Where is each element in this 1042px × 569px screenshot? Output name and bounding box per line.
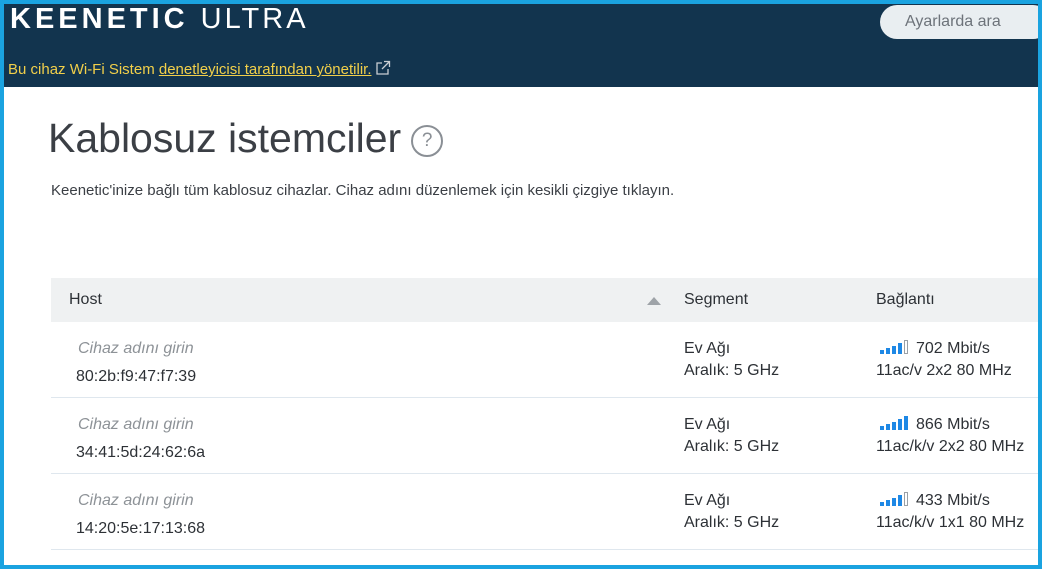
column-header-segment[interactable]: Segment	[684, 291, 748, 309]
segment-band: Aralık: 5 GHz	[684, 514, 780, 531]
connection-speed: 866 Mbit/s	[880, 416, 990, 434]
signal-strength-icon	[880, 416, 910, 430]
top-bar: KEENETIC ULTRA Bu cihaz Wi-Fi Sistem dene…	[4, 4, 1038, 87]
help-icon[interactable]: ?	[411, 125, 444, 157]
speed-value: 702 Mbit/s	[916, 340, 990, 357]
signal-bar	[892, 498, 896, 506]
connection-speed: 433 Mbit/s	[880, 492, 990, 510]
table-row[interactable]: Cihaz adını girin 80:2b:f9:47:f7:39 Ev A…	[51, 322, 1038, 398]
settings-search-input[interactable]	[880, 5, 1038, 39]
notice-text: Bu cihaz Wi-Fi Sistem	[8, 61, 159, 78]
app-frame: KEENETIC ULTRA Bu cihaz Wi-Fi Sistem dene…	[4, 4, 1038, 565]
segment-name: Ev Ağı	[684, 492, 731, 509]
sort-ascending-icon[interactable]	[647, 297, 661, 305]
signal-bar	[892, 422, 896, 430]
connection-mode: 11ac/k/v 2x2 80 MHz	[876, 438, 1025, 455]
column-header-host[interactable]: Host	[69, 291, 102, 309]
page-title-text: Kablosuz istemciler	[48, 115, 402, 161]
connection-mode: 11ac/v 2x2 80 MHz	[876, 362, 1012, 379]
signal-bar	[904, 416, 908, 430]
brand-name: KEENETIC	[10, 4, 189, 35]
signal-bar	[904, 340, 908, 354]
controller-link[interactable]: denetleyicisi tarafından yönetilir.	[159, 61, 372, 78]
table-row[interactable]: Cihaz adını girin 14:20:5e:17:13:68 Ev A…	[51, 474, 1038, 550]
segment-name: Ev Ağı	[684, 416, 731, 433]
device-name-input[interactable]: Cihaz adını girin	[78, 492, 194, 510]
page-description: Keenetic'inize bağlı tüm kablosuz cihazl…	[51, 182, 675, 199]
table-row[interactable]: Cihaz adını girin 34:41:5d:24:62:6a Ev A…	[51, 398, 1038, 474]
device-name-input[interactable]: Cihaz adını girin	[78, 340, 194, 358]
speed-value: 433 Mbit/s	[916, 492, 990, 509]
segment-band: Aralık: 5 GHz	[684, 362, 780, 379]
signal-bar	[886, 348, 890, 354]
signal-strength-icon	[880, 492, 910, 506]
signal-bar	[898, 419, 902, 430]
mac-address: 34:41:5d:24:62:6a	[76, 444, 206, 461]
keenetic-logo[interactable]: KEENETIC ULTRA	[10, 4, 309, 34]
connection-speed: 702 Mbit/s	[880, 340, 990, 358]
segment-name: Ev Ağı	[684, 340, 731, 357]
external-link-icon[interactable]	[375, 60, 391, 82]
mac-address: 80:2b:f9:47:f7:39	[76, 368, 197, 385]
mac-address: 14:20:5e:17:13:68	[76, 520, 206, 537]
signal-bar	[880, 426, 884, 430]
model-name: ULTRA	[200, 4, 309, 35]
signal-bar	[892, 346, 896, 354]
signal-strength-icon	[880, 340, 910, 354]
segment-band: Aralık: 5 GHz	[684, 438, 780, 455]
signal-bar	[898, 343, 902, 354]
wifi-system-notice: Bu cihaz Wi-Fi Sistem denetleyicisi tara…	[8, 60, 391, 82]
page-title: Kablosuz istemciler?	[48, 112, 444, 164]
signal-bar	[898, 495, 902, 506]
signal-bar	[886, 424, 890, 430]
signal-bar	[880, 350, 884, 354]
speed-value: 866 Mbit/s	[916, 416, 990, 433]
column-header-connection[interactable]: Bağlantı	[876, 291, 935, 309]
wireless-clients-table: Host Segment Bağlantı Cihaz adını girin …	[51, 278, 1038, 550]
connection-mode: 11ac/k/v 1x1 80 MHz	[876, 514, 1025, 531]
signal-bar	[880, 502, 884, 506]
device-name-input[interactable]: Cihaz adını girin	[78, 416, 194, 434]
signal-bar	[904, 492, 908, 506]
signal-bar	[886, 500, 890, 506]
table-header: Host Segment Bağlantı	[51, 278, 1038, 322]
